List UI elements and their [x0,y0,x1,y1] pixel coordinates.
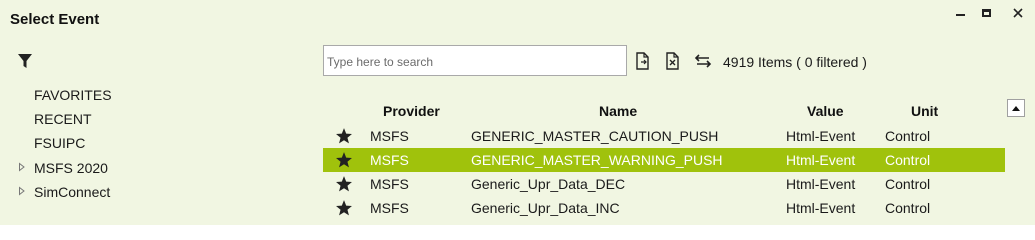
table-row[interactable]: MSFS Generic_Upr_Data_INC Html-Event Con… [323,196,1005,220]
cell-name: GENERIC_MASTER_CAUTION_PUSH [471,128,719,144]
item-count: 4919 Items ( 0 filtered ) [723,54,867,70]
tree-item-simconnect[interactable]: SimConnect [34,184,110,200]
tree-item-favorites[interactable]: FAVORITES [34,87,112,103]
window-title: Select Event [10,11,100,28]
export-file-icon[interactable] [635,52,651,70]
cell-value: Html-Event [786,152,856,168]
clear-file-icon[interactable] [665,52,681,70]
cell-value: Html-Event [786,176,856,192]
cell-value: Html-Event [786,200,856,216]
column-header-provider[interactable]: Provider [383,103,440,119]
table-row[interactable]: MSFS Generic_Upr_Data_DEC Html-Event Con… [323,172,1005,196]
cell-value: Html-Event [786,128,856,144]
cell-name: Generic_Upr_Data_DEC [471,176,626,192]
scroll-up-button[interactable] [1007,99,1025,117]
tree-item-recent[interactable]: RECENT [34,111,92,127]
favorite-star-icon[interactable] [335,151,353,169]
close-button[interactable] [1008,6,1028,20]
column-header-name[interactable]: Name [599,103,637,119]
cell-unit: Control [885,128,931,144]
column-header-unit[interactable]: Unit [911,103,938,119]
minimize-button[interactable] [950,6,970,20]
event-list-pane: 4919 Items ( 0 filtered ) Provider Name … [310,36,1035,225]
table-row-selected[interactable]: MSFS GENERIC_MASTER_WARNING_PUSH Html-Ev… [323,148,1005,172]
maximize-button[interactable] [976,6,996,20]
cell-name: Generic_Upr_Data_INC [471,200,620,216]
minimize-icon [955,14,965,16]
favorite-star-icon[interactable] [335,199,353,217]
favorite-star-icon[interactable] [335,127,353,145]
maximize-icon [981,9,991,17]
cell-provider: MSFS [370,200,409,216]
search-input[interactable] [323,45,627,76]
cell-name: GENERIC_MASTER_WARNING_PUSH [471,152,723,168]
cell-unit: Control [885,200,931,216]
cell-provider: MSFS [370,128,409,144]
caret-up-icon [1012,105,1020,111]
cell-unit: Control [885,152,931,168]
column-header-value[interactable]: Value [807,103,844,119]
cell-unit: Control [885,176,931,192]
tree-item-msfs-2020[interactable]: MSFS 2020 [34,160,108,176]
cell-provider: MSFS [370,152,409,168]
cell-provider: MSFS [370,176,409,192]
favorite-star-icon[interactable] [335,175,353,193]
expand-arrow-icon[interactable] [18,162,26,172]
table-row[interactable]: MSFS GENERIC_MASTER_CAUTION_PUSH Html-Ev… [323,124,1005,148]
title-bar: Select Event [0,0,1035,36]
filter-icon[interactable] [17,53,33,69]
swap-arrows-icon[interactable] [694,53,712,69]
expand-arrow-icon[interactable] [18,186,26,196]
category-pane: FAVORITES RECENT FSUIPC MSFS 2020 SimCon… [0,36,310,225]
close-icon [1013,8,1023,18]
tree-item-fsuipc[interactable]: FSUIPC [34,135,85,151]
